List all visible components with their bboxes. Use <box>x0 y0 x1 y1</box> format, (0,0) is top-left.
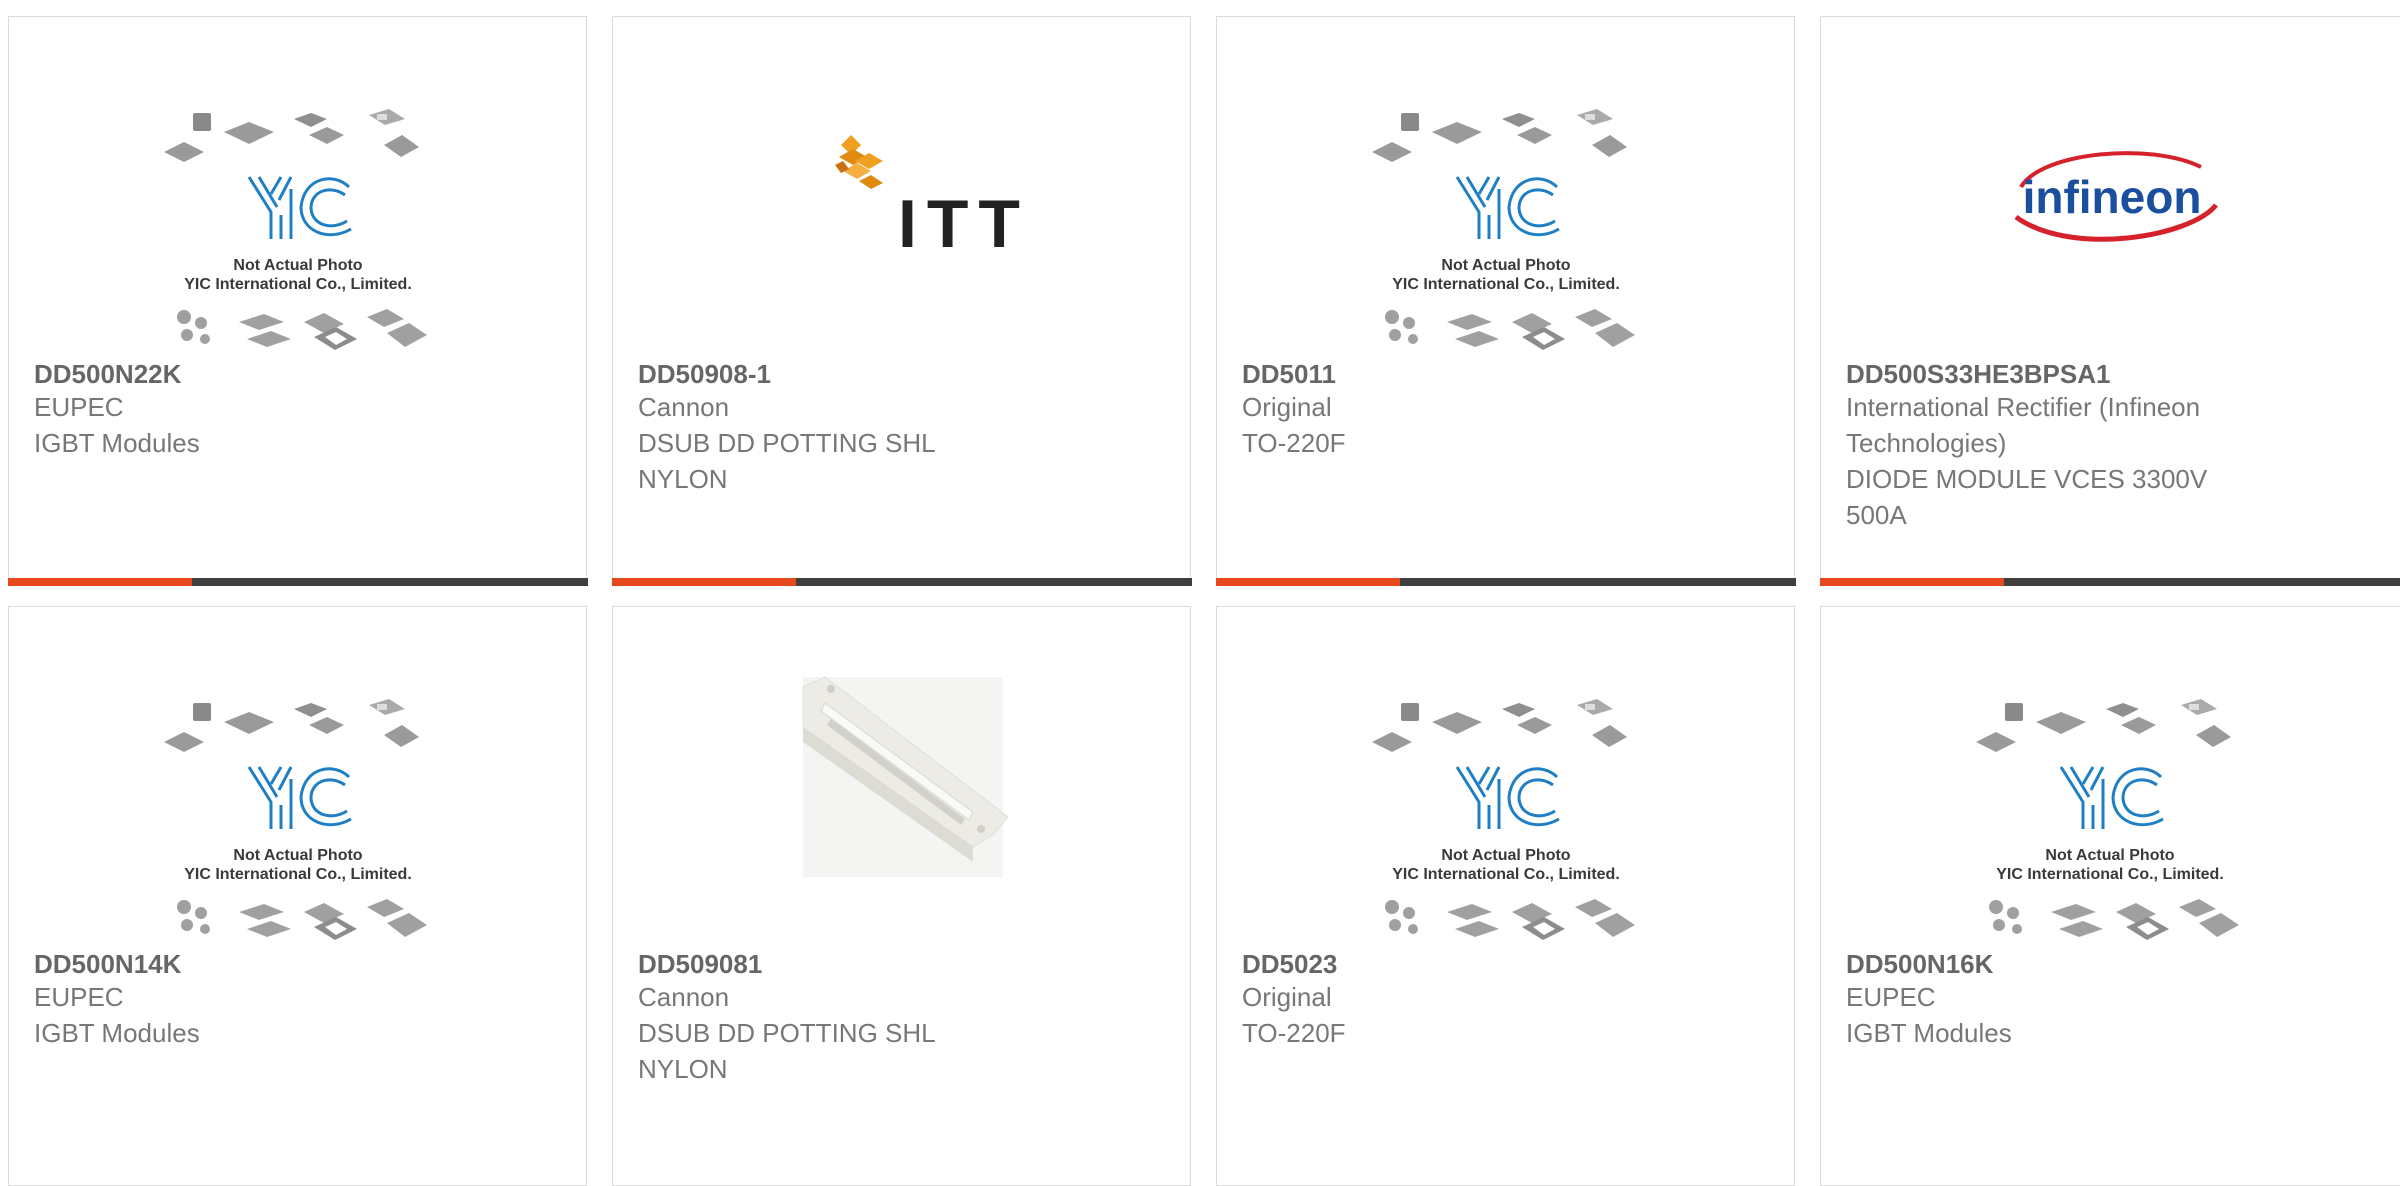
part-number[interactable]: DD5023 <box>1242 949 1662 979</box>
part-number[interactable]: DD500S33HE3BPSA1 <box>1846 359 2296 389</box>
description-line: NYLON <box>638 461 1058 497</box>
description-line: NYLON <box>638 1051 1058 1087</box>
placeholder-line2: YIC International Co., Limited. <box>184 866 412 883</box>
description-line: DIODE MODULE VCES 3300V <box>1846 461 2296 497</box>
product-card[interactable]: ITT DD50908-1 Cannon DSUB DD POTTING SHL… <box>612 16 1191 585</box>
placeholder-line1: Not Actual Photo <box>233 847 362 864</box>
placeholder-line2: YIC International Co., Limited. <box>1392 866 1620 883</box>
card-bar <box>612 578 1192 586</box>
manufacturer: EUPEC <box>1846 979 2266 1015</box>
description: TO-220F <box>1242 1015 1662 1051</box>
description-line: DSUB DD POTTING SHL <box>638 425 1058 461</box>
placeholder-line1: Not Actual Photo <box>233 257 362 274</box>
product-image[interactable]: ITT <box>613 17 1190 362</box>
placeholder-image: Not Actual Photo YIC International Co., … <box>1217 607 1796 952</box>
itt-logo: ITT <box>613 17 1192 362</box>
part-number[interactable]: DD509081 <box>638 949 1058 979</box>
part-number[interactable]: DD500N14K <box>34 949 454 979</box>
card-bar <box>8 578 588 586</box>
description-line: DSUB DD POTTING SHL <box>638 1015 1058 1051</box>
description-line: 500A <box>1846 497 2296 533</box>
placeholder-image: Not Actual Photo YIC International Co., … <box>9 607 588 952</box>
product-card[interactable]: Not Actual Photo YIC International Co., … <box>1216 16 1795 585</box>
placeholder-line2: YIC International Co., Limited. <box>1996 866 2224 883</box>
manufacturer: Cannon <box>638 389 1058 425</box>
product-card[interactable]: infineon DD500S33HE3BPSA1 International … <box>1820 16 2400 585</box>
product-card[interactable]: Not Actual Photo YIC International Co., … <box>1820 606 2400 1186</box>
product-image[interactable]: Not Actual Photo YIC International Co., … <box>1217 607 1794 952</box>
infineon-logo-text: infineon <box>2023 171 2202 223</box>
card-bar <box>1820 578 2400 586</box>
product-image[interactable]: Not Actual Photo YIC International Co., … <box>9 17 586 362</box>
description: IGBT Modules <box>34 1015 454 1051</box>
manufacturer-line: Technologies) <box>1846 425 2296 461</box>
placeholder-line2: YIC International Co., Limited. <box>184 276 412 293</box>
placeholder-line2: YIC International Co., Limited. <box>1392 276 1620 293</box>
product-image[interactable]: Not Actual Photo YIC International Co., … <box>9 607 586 952</box>
placeholder-image: Not Actual Photo YIC International Co., … <box>1821 607 2400 952</box>
part-number[interactable]: DD50908-1 <box>638 359 1058 389</box>
manufacturer: Cannon <box>638 979 1058 1015</box>
description: IGBT Modules <box>1846 1015 2266 1051</box>
product-card[interactable]: DD509081 Cannon DSUB DD POTTING SHL NYLO… <box>612 606 1191 1186</box>
placeholder-line1: Not Actual Photo <box>2045 847 2174 864</box>
product-image[interactable]: infineon <box>1821 17 2400 362</box>
potting-shell-photo <box>613 607 1192 952</box>
infineon-logo: infineon <box>1821 17 2400 362</box>
manufacturer: Original <box>1242 389 1662 425</box>
product-card[interactable]: Not Actual Photo YIC International Co., … <box>1216 606 1795 1186</box>
placeholder-line1: Not Actual Photo <box>1441 847 1570 864</box>
itt-logo-text: ITT <box>898 186 1030 262</box>
manufacturer: EUPEC <box>34 389 454 425</box>
manufacturer: EUPEC <box>34 979 454 1015</box>
part-number[interactable]: DD500N16K <box>1846 949 2266 979</box>
manufacturer-line: International Rectifier (Infineon <box>1846 389 2296 425</box>
product-card[interactable]: Not Actual Photo YIC International Co., … <box>8 16 587 585</box>
placeholder-image: Not Actual Photo YIC International Co., … <box>9 17 588 362</box>
part-number[interactable]: DD5011 <box>1242 359 1662 389</box>
manufacturer: Original <box>1242 979 1662 1015</box>
product-image[interactable] <box>613 607 1190 952</box>
description: TO-220F <box>1242 425 1662 461</box>
part-number[interactable]: DD500N22K <box>34 359 454 389</box>
placeholder-line1: Not Actual Photo <box>1441 257 1570 274</box>
product-card[interactable]: Not Actual Photo YIC International Co., … <box>8 606 587 1186</box>
description: IGBT Modules <box>34 425 454 461</box>
product-image[interactable]: Not Actual Photo YIC International Co., … <box>1821 607 2400 952</box>
placeholder-image: Not Actual Photo YIC International Co., … <box>1217 17 1796 362</box>
card-bar <box>1216 578 1796 586</box>
product-grid: Not Actual Photo YIC International Co., … <box>0 0 2400 1167</box>
product-image[interactable]: Not Actual Photo YIC International Co., … <box>1217 17 1794 362</box>
